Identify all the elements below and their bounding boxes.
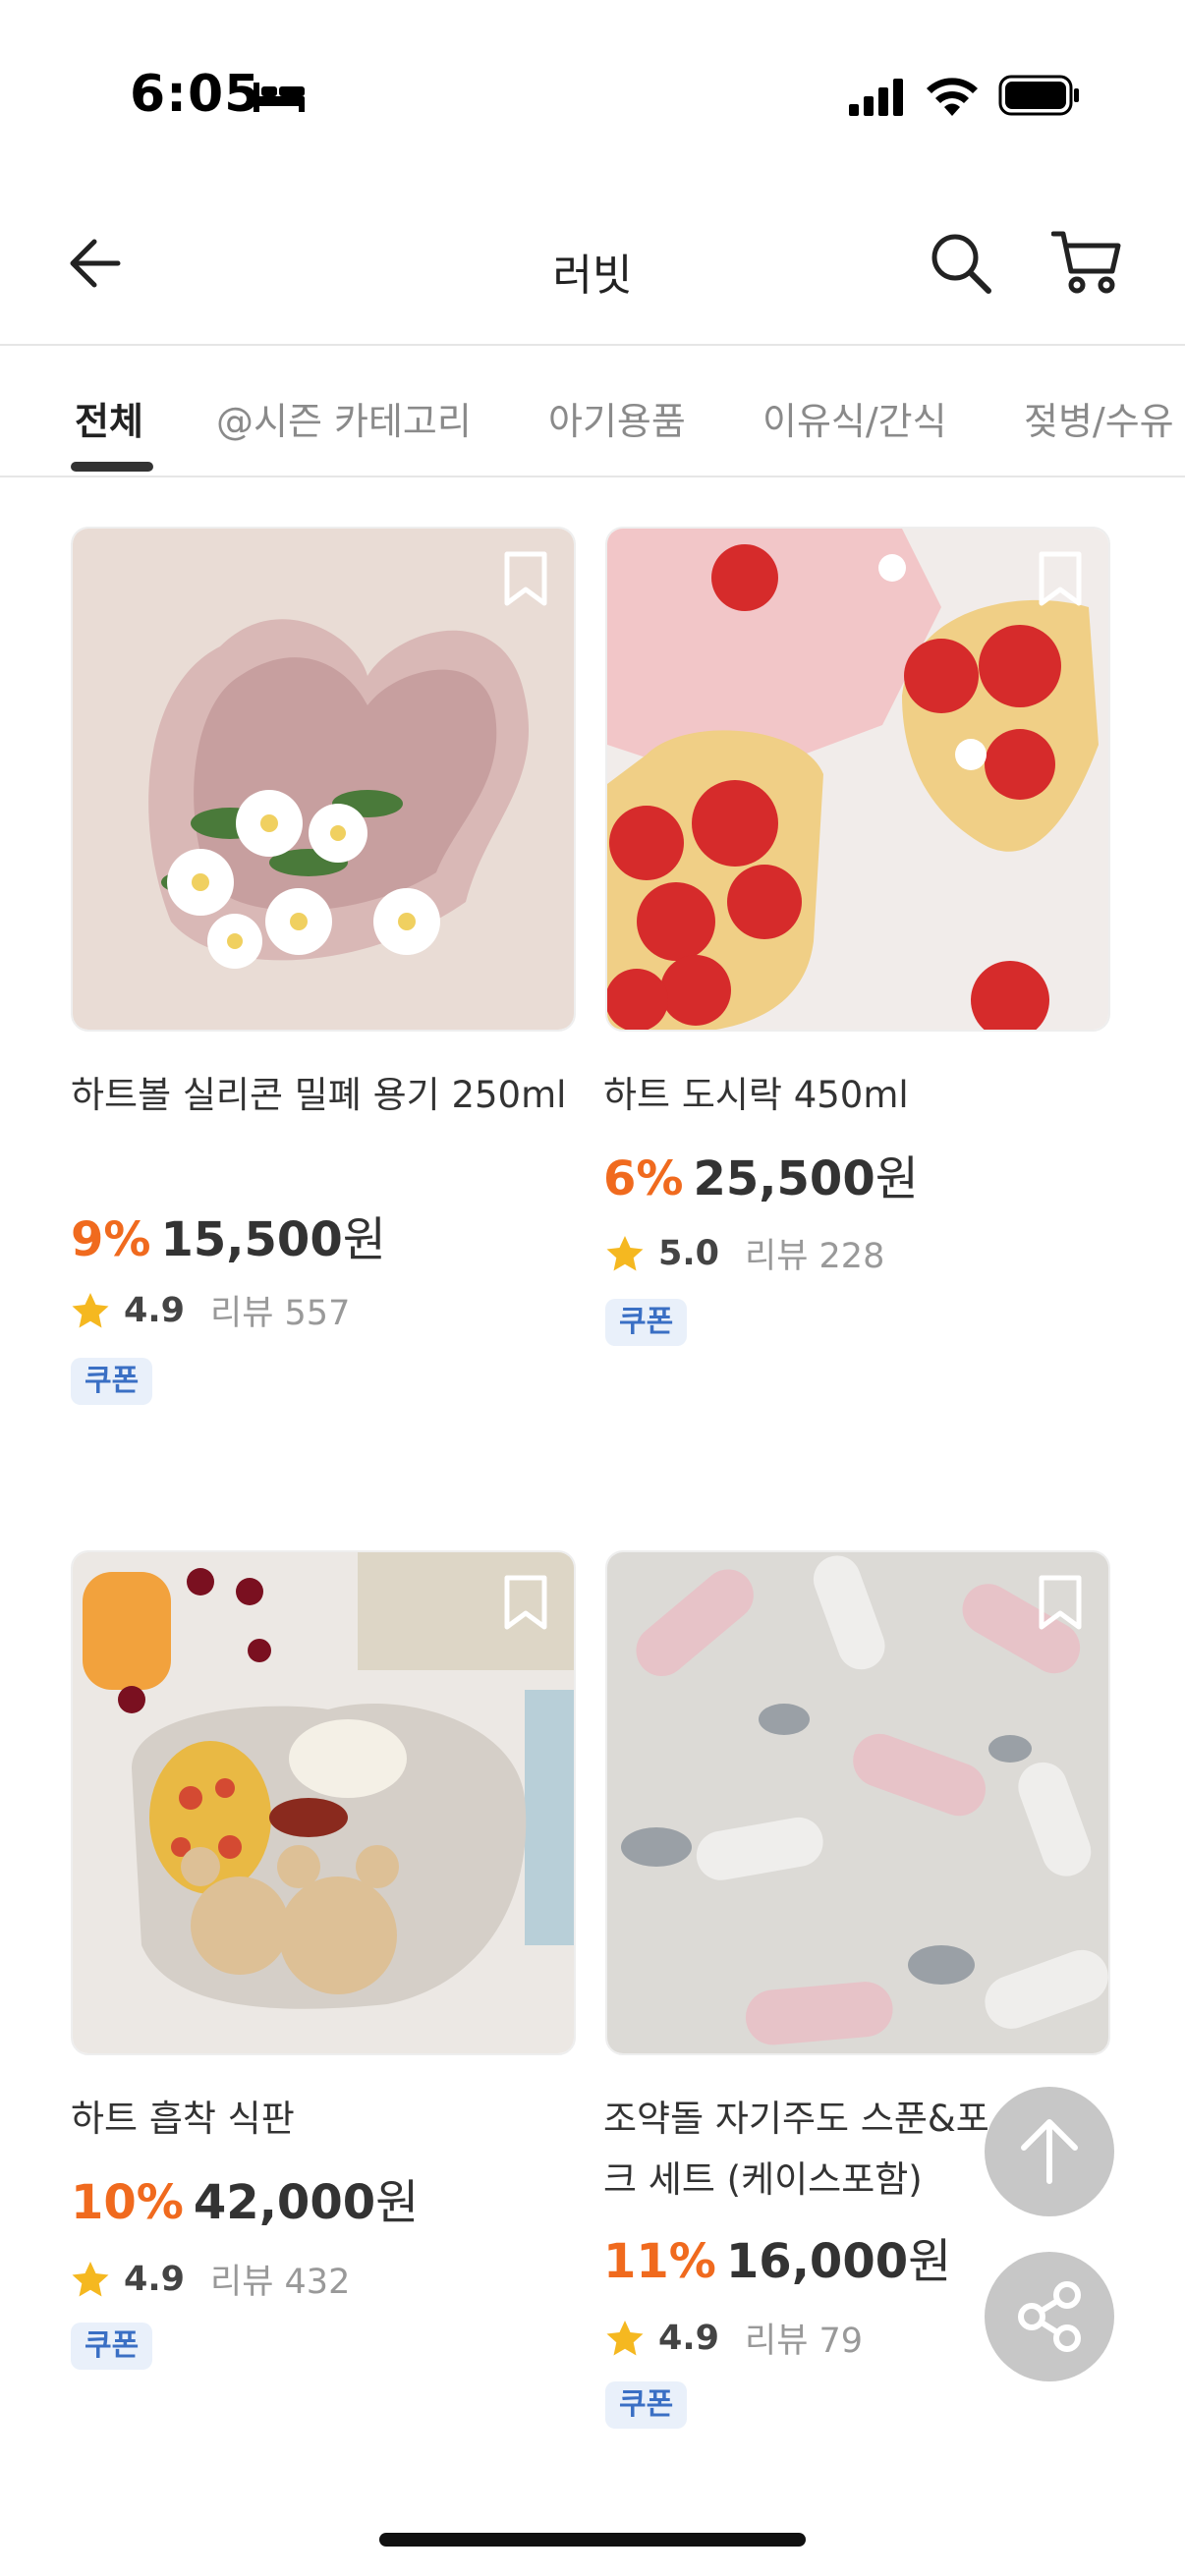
price-row: 9% 15,500원 — [71, 1201, 386, 1269]
bookmark-icon[interactable] — [1036, 1574, 1085, 1631]
sale-price: 25,500 — [693, 1151, 875, 1206]
price-row: 10% 42,000원 — [71, 2163, 419, 2232]
currency-unit: 원 — [375, 2175, 420, 2230]
product-name[interactable]: 조약돌 자기주도 스푼&포크 세트 (케이스포함) — [603, 2089, 1016, 2211]
star-icon — [606, 1235, 644, 1270]
star-icon — [72, 1292, 109, 1327]
sale-price: 15,500 — [160, 1212, 343, 1267]
share-icon — [1018, 2281, 1081, 2352]
star-icon — [606, 2320, 644, 2355]
sleep-mode-icon — [254, 83, 305, 112]
product-name[interactable]: 하트 도시락 450ml — [603, 1065, 1114, 1126]
search-icon[interactable] — [928, 230, 992, 295]
discount-rate: 11% — [603, 2234, 716, 2289]
price-row: 11% 16,000원 — [603, 2222, 951, 2291]
rating-row: 4.9 리뷰 432 — [71, 2254, 350, 2304]
discount-rate: 6% — [603, 1151, 684, 1206]
currency-unit: 원 — [342, 1212, 386, 1267]
product-image[interactable] — [605, 527, 1110, 1032]
cart-icon[interactable] — [1051, 228, 1122, 295]
rating-score: 4.9 — [124, 1290, 186, 1330]
active-tab-indicator — [71, 462, 153, 472]
product-image[interactable] — [71, 1550, 576, 2055]
tab-bottle-feeding[interactable]: 젖병/수유 — [1024, 391, 1174, 445]
tab-season-category[interactable]: @시즌 카테고리 — [216, 391, 472, 445]
currency-unit: 원 — [908, 2234, 952, 2289]
review-count: 리뷰 228 — [745, 1237, 885, 1276]
bookmark-icon[interactable] — [1036, 550, 1085, 607]
tab-baby-goods[interactable]: 아기용품 — [548, 391, 686, 445]
coupon-badge: 쿠폰 — [605, 2381, 688, 2429]
rating-score: 5.0 — [658, 1233, 720, 1273]
status-time: 6:05 — [130, 65, 261, 124]
product-name[interactable]: 하트 흡착 식판 — [71, 2089, 582, 2150]
product-name[interactable]: 하트볼 실리콘 밀폐 용기 250ml — [71, 1065, 582, 1126]
coupon-badge: 쿠폰 — [605, 1299, 688, 1346]
page-title: 러빗 — [552, 251, 633, 301]
rating-score: 4.9 — [124, 2259, 186, 2299]
star-icon — [72, 2261, 109, 2296]
product-image[interactable] — [71, 527, 576, 1032]
discount-rate: 9% — [71, 1212, 151, 1267]
home-indicator — [379, 2533, 806, 2547]
discount-rate: 10% — [71, 2175, 184, 2230]
rating-row: 4.9 리뷰 79 — [605, 2313, 863, 2363]
status-bar: 6:05 — [0, 0, 1185, 187]
tab-baby-food[interactable]: 이유식/간식 — [762, 391, 947, 445]
coupon-badge: 쿠폰 — [71, 2323, 153, 2370]
signal-icon — [849, 79, 903, 116]
sale-price: 16,000 — [725, 2234, 909, 2289]
product-image[interactable] — [605, 1550, 1110, 2055]
tab-all[interactable]: 전체 — [75, 391, 143, 445]
arrow-up-icon — [1021, 2119, 1078, 2184]
price-row: 6% 25,500원 — [603, 1140, 919, 1208]
review-count: 리뷰 79 — [745, 2322, 864, 2361]
share-button[interactable] — [985, 2252, 1114, 2381]
currency-unit: 원 — [875, 1151, 919, 1206]
review-count: 리뷰 432 — [210, 2263, 351, 2302]
bookmark-icon[interactable] — [501, 1574, 550, 1631]
wifi-icon — [927, 78, 978, 116]
bookmark-icon[interactable] — [501, 550, 550, 607]
review-count: 리뷰 557 — [210, 1294, 351, 1333]
rating-row: 5.0 리뷰 228 — [605, 1228, 884, 1278]
scroll-to-top-button[interactable] — [985, 2087, 1114, 2216]
rating-score: 4.9 — [658, 2318, 720, 2358]
sale-price: 42,000 — [193, 2175, 376, 2230]
battery-icon — [998, 75, 1079, 116]
rating-row: 4.9 리뷰 557 — [71, 1285, 350, 1335]
coupon-badge: 쿠폰 — [71, 1358, 153, 1405]
